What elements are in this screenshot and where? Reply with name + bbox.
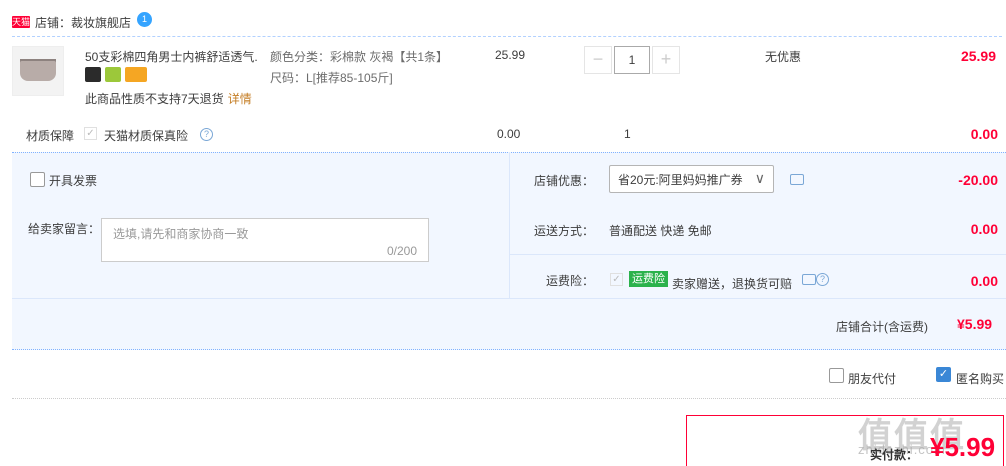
sku-color: 颜色分类：彩棉款 灰褐【共1条】 [270, 50, 449, 64]
panel-separator [509, 254, 1006, 255]
shipping-amount: 0.00 [970, 221, 998, 237]
quantity-stepper: − 1 + [584, 46, 680, 74]
quantity-decrease-button[interactable]: − [584, 46, 612, 74]
green-service-icon [105, 67, 121, 82]
promo-chat-icon[interactable] [790, 174, 804, 185]
insurance-price: 0.00 [497, 127, 521, 141]
insurance-label: 材质保障 [26, 129, 75, 143]
freight-insurance-amount: 0.00 [970, 273, 998, 289]
sku-size: 尺码：L[推荐85-105斤] [270, 71, 393, 85]
pay-amount-label: 实付款： [870, 448, 919, 462]
shop-subtotal-value: ¥5.99 [957, 316, 993, 332]
seller-message-placeholder: 选填,请先和商家协商一致 [113, 227, 249, 241]
shop-promo-select[interactable]: 省20元:阿里妈妈推广券 ∨ [609, 165, 774, 193]
shop-header: 天猫 店铺：裁妆旗舰店 1 [12, 11, 153, 32]
freight-insurance-checkbox[interactable]: ✓ [610, 273, 623, 286]
anonymous-purchase-label[interactable]: 匿名购买 [956, 370, 1004, 387]
unit-price: 25.99 [495, 48, 526, 62]
return-policy-detail-link[interactable]: 详情 [228, 92, 252, 106]
insurance-qty: 1 [624, 127, 631, 141]
shop-promo-label: 店铺优惠： [534, 174, 595, 188]
quantity-input[interactable]: 1 [614, 46, 650, 74]
wangwang-chat-icon[interactable]: 1 [137, 11, 153, 27]
pay-amount-value: ¥5.99 [930, 432, 996, 462]
service-icons [85, 67, 147, 82]
seller-message-counter: 0/200 [387, 244, 418, 258]
product-title[interactable]: 50支彩棉四角男士内裤舒适透气... [85, 48, 257, 65]
return-policy-note: 此商品性质不支持7天退货 详情 [85, 90, 252, 107]
friend-pay-label[interactable]: 朋友代付 [848, 370, 896, 387]
invoice-checkbox[interactable] [30, 172, 45, 187]
panel-separator-bottom [12, 298, 1006, 299]
shop-name[interactable]: 店铺：裁妆旗舰店 [35, 14, 131, 31]
return-policy-text: 此商品性质不支持7天退货 [85, 92, 224, 106]
insurance-name: 天猫材质保真险 [104, 129, 189, 143]
section-divider [12, 398, 1006, 399]
product-thumbnail[interactable] [12, 46, 64, 96]
item-promotion: 无优惠 [765, 50, 802, 64]
insurance-help-icon[interactable]: ? [200, 128, 213, 141]
shop-subtotal-label: 店铺合计(含运费) [836, 320, 928, 334]
chevron-down-icon: ∨ [754, 170, 765, 186]
freight-insurance-badge: 运费险 [629, 271, 668, 287]
card-payment-icon [125, 67, 147, 82]
insurance-total: 0.00 [970, 126, 998, 142]
freight-insurance-help-icon[interactable]: ? [816, 273, 829, 286]
shop-promo-selected: 省20元:阿里妈妈推广券 [618, 172, 743, 187]
new-badge-icon [85, 67, 101, 82]
insurance-checkbox[interactable]: ✓ [84, 127, 97, 140]
quantity-increase-button[interactable]: + [652, 46, 680, 74]
underwear-graphic [20, 61, 56, 81]
freight-insurance-text: 卖家赠送，退换货可赔 [672, 277, 793, 291]
freight-insurance-chat-icon[interactable] [802, 274, 816, 285]
shipping-label: 运送方式： [534, 224, 595, 238]
shipping-method: 普通配送 快递 免邮 [609, 224, 712, 238]
item-total: 25.99 [960, 48, 996, 64]
friend-pay-checkbox[interactable] [829, 368, 844, 383]
anonymous-purchase-checkbox[interactable]: ✓ [936, 367, 951, 382]
invoice-label[interactable]: 开具发票 [49, 172, 97, 189]
tmall-logo-icon: 天猫 [12, 16, 31, 28]
shop-promo-amount: -20.00 [958, 172, 998, 188]
freight-insurance-label: 运费险： [546, 274, 595, 288]
panel-divider [509, 152, 510, 298]
seller-message-label: 给卖家留言： [28, 222, 101, 236]
